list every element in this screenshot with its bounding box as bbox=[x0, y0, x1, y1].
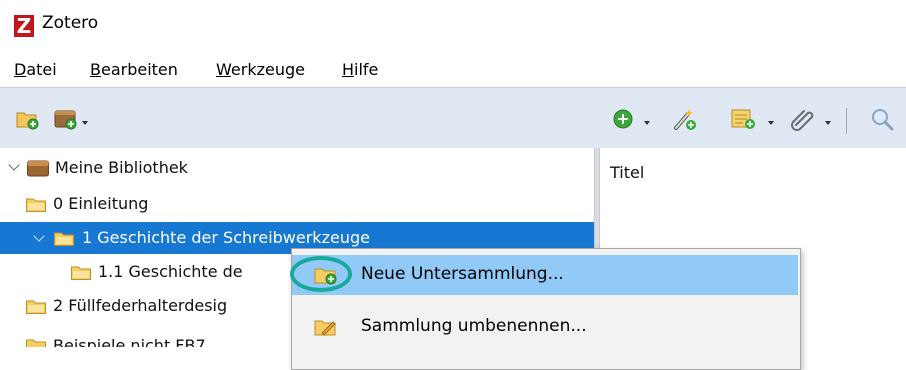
menu-werkzeuge[interactable]: Werkzeuge bbox=[216, 60, 305, 79]
toolbar bbox=[0, 87, 906, 149]
menu-bar: Datei Bearbeiten Werkzeuge Hilfe bbox=[0, 52, 906, 86]
menu-bearbeiten[interactable]: Bearbeiten bbox=[90, 60, 178, 79]
tree-item-label: Meine Bibliothek bbox=[55, 158, 188, 177]
menu-item-sammlung-umbenennen[interactable]: Sammlung umbenennen... bbox=[292, 307, 798, 347]
menu-datei[interactable]: Datei bbox=[14, 60, 57, 79]
expand-toggle-icon[interactable] bbox=[8, 159, 20, 171]
tree-item-meine-bibliothek[interactable]: Meine Bibliothek bbox=[0, 152, 594, 184]
new-note-caret-icon[interactable] bbox=[768, 121, 774, 125]
new-item-caret-icon[interactable] bbox=[644, 121, 650, 125]
menu-datei-accel: D bbox=[14, 60, 27, 79]
new-library-icon[interactable] bbox=[54, 108, 78, 134]
new-note-icon[interactable] bbox=[730, 108, 756, 134]
new-item-icon[interactable] bbox=[612, 108, 634, 134]
menu-bearbeiten-accel: B bbox=[90, 60, 101, 79]
rename-folder-icon bbox=[314, 317, 338, 341]
context-menu: Neue Untersammlung... Sammlung umbenenne… bbox=[291, 248, 801, 370]
library-icon bbox=[27, 160, 49, 177]
folder-icon bbox=[26, 299, 46, 314]
new-collection-icon[interactable] bbox=[16, 108, 40, 134]
title-bar: Z Zotero bbox=[0, 0, 906, 50]
attachment-icon[interactable] bbox=[790, 107, 816, 135]
folder-icon bbox=[71, 265, 91, 280]
folder-icon bbox=[26, 338, 46, 347]
tree-item-label: Beispiele nicht FB7 bbox=[53, 336, 206, 347]
zotero-logo-icon: Z bbox=[14, 15, 34, 37]
add-by-identifier-icon[interactable] bbox=[672, 106, 698, 136]
column-header-title[interactable]: Titel bbox=[610, 163, 644, 182]
menu-hilfe[interactable]: Hilfe bbox=[342, 60, 378, 79]
tree-item-label: 1 Geschichte der Schreibwerkzeuge bbox=[82, 228, 370, 247]
menu-datei-label: atei bbox=[26, 60, 57, 79]
menu-bearbeiten-label: earbeiten bbox=[100, 60, 178, 79]
menu-item-label: Neue Untersammlung... bbox=[361, 264, 564, 284]
menu-item-neue-untersammlung[interactable]: Neue Untersammlung... bbox=[292, 255, 798, 295]
toolbar-separator bbox=[846, 108, 847, 134]
folder-icon bbox=[26, 197, 46, 212]
menu-werkzeuge-label: erkzeuge bbox=[230, 60, 305, 79]
folder-icon bbox=[54, 231, 74, 246]
tree-item-einleitung[interactable]: 0 Einleitung bbox=[0, 188, 594, 220]
expand-toggle-icon[interactable] bbox=[33, 230, 45, 242]
library-dropdown-caret-icon[interactable] bbox=[82, 121, 88, 125]
menu-item-label: Sammlung umbenennen... bbox=[361, 316, 587, 336]
window-title: Zotero bbox=[42, 13, 99, 33]
attachment-caret-icon[interactable] bbox=[825, 121, 831, 125]
tree-item-label: 1.1 Geschichte de bbox=[98, 262, 243, 281]
tree-item-label: 0 Einleitung bbox=[53, 194, 149, 213]
highlight-annotation-circle bbox=[290, 256, 352, 292]
menu-hilfe-label: ilfe bbox=[354, 60, 379, 79]
search-icon[interactable] bbox=[868, 106, 898, 136]
menu-hilfe-accel: H bbox=[342, 60, 355, 79]
menu-werkzeuge-accel: W bbox=[216, 60, 231, 79]
tree-item-label: 2 Füllfederhalterdesig bbox=[53, 296, 228, 315]
